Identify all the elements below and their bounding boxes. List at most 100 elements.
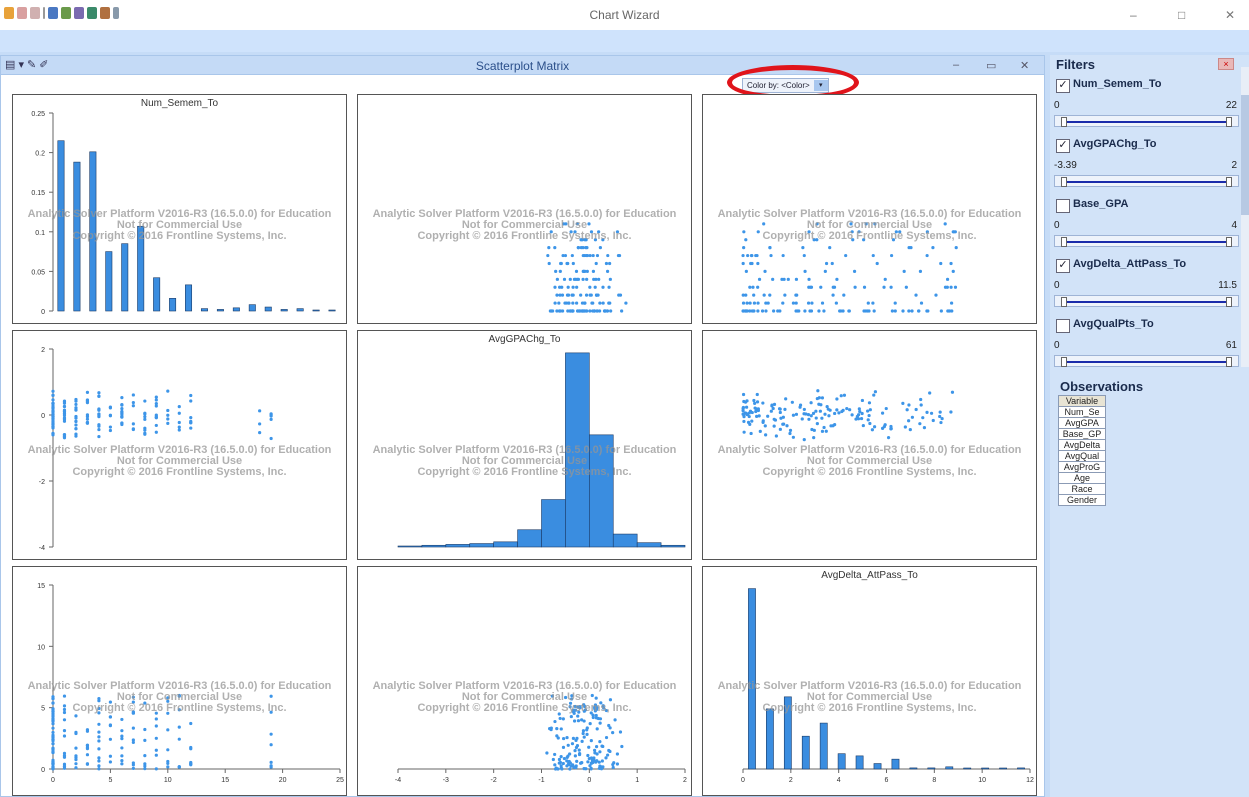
slider-rail: [1065, 241, 1228, 243]
range-slider[interactable]: [1054, 115, 1239, 127]
slider-rail: [1065, 301, 1228, 303]
range-slider[interactable]: [1054, 355, 1239, 367]
scatter-point: [571, 708, 575, 712]
scatter-point: [576, 246, 580, 250]
scatter-point: [604, 735, 609, 740]
slider-max-handle[interactable]: [1226, 237, 1232, 247]
scatter-point: [571, 285, 575, 289]
scatter-point: [62, 413, 67, 418]
filters-close-button[interactable]: ×: [1218, 58, 1234, 70]
document-restore-button[interactable]: ▭: [986, 59, 996, 72]
scatter-point: [582, 735, 586, 739]
scatter-point: [177, 694, 181, 698]
scatter-point: [608, 301, 612, 305]
scatter-point: [808, 285, 813, 289]
maximize-button[interactable]: □: [1178, 8, 1185, 22]
scatter-point: [891, 238, 896, 242]
histogram-bar: [873, 763, 882, 770]
filter-checkbox[interactable]: ✓: [1056, 79, 1070, 93]
scatter-cell[interactable]: Analytic Solver Platform V2016-R3 (16.5.…: [702, 94, 1037, 324]
filter-checkbox[interactable]: ✓: [1056, 259, 1070, 273]
scatter-point: [744, 269, 748, 273]
slider-min-handle[interactable]: [1061, 117, 1067, 127]
minimize-button[interactable]: –: [1130, 8, 1137, 22]
observation-variable[interactable]: Age: [1058, 473, 1106, 484]
slider-max-handle[interactable]: [1226, 177, 1232, 187]
scatter-point: [744, 293, 748, 297]
scatter-point: [832, 285, 837, 289]
range-slider[interactable]: [1054, 175, 1239, 187]
scatter-point: [143, 428, 147, 432]
scatter-point: [904, 285, 908, 289]
scatter-cell[interactable]: -4 -2 0 2 Analytic Solver Platform V2016-R3 …: [12, 330, 347, 560]
scrollbar-thumb[interactable]: [1241, 95, 1249, 215]
observation-variable[interactable]: Race: [1058, 484, 1106, 495]
observation-variable[interactable]: AvgProG: [1058, 462, 1106, 473]
scatter-point: [562, 736, 566, 741]
observation-variable[interactable]: Gender: [1058, 495, 1106, 506]
filter-checkbox[interactable]: [1056, 199, 1070, 213]
scatter-point: [154, 395, 158, 399]
slider-min-handle[interactable]: [1061, 177, 1067, 187]
scatter-point: [889, 427, 893, 431]
observation-variable[interactable]: Num_Se: [1058, 407, 1106, 418]
range-slider[interactable]: [1054, 235, 1239, 247]
scatter-point: [795, 293, 799, 297]
scatter-cell[interactable]: Analytic Solver Platform V2016-R3 (16.5.…: [357, 94, 692, 324]
scatter-point: [595, 293, 599, 297]
slider-max-handle[interactable]: [1226, 117, 1232, 127]
scatter-point: [108, 715, 112, 719]
scatter-point: [551, 757, 555, 762]
scatter-point: [750, 410, 754, 415]
observation-variable[interactable]: AvgGPA: [1058, 418, 1106, 429]
scatter-point: [120, 759, 124, 763]
observation-variable[interactable]: AvgDelta: [1058, 440, 1106, 451]
scatter-point: [588, 721, 592, 726]
slider-max-handle[interactable]: [1226, 357, 1232, 367]
histogram-bar: [909, 767, 918, 770]
filter-max-value: 4: [1231, 220, 1237, 231]
scatter-point: [606, 253, 610, 258]
scatter-point: [74, 416, 78, 420]
scatter-point: [583, 238, 587, 242]
scatter-point: [590, 758, 595, 763]
histogram-cell[interactable]: AvgGPAChg_To Analytic Solver Platform V20…: [357, 330, 692, 560]
scatter-point: [570, 697, 574, 701]
scatter-point: [555, 734, 559, 738]
observation-variable[interactable]: Base_GP: [1058, 429, 1106, 440]
observation-variable[interactable]: AvgQual: [1058, 451, 1106, 462]
scatter-point: [561, 717, 565, 721]
scatter-point: [801, 246, 805, 250]
scatter-point: [807, 417, 811, 421]
scatter-cell[interactable]: Analytic Solver Platform V2016-R3 (16.5.…: [702, 330, 1037, 560]
scatter-point: [754, 407, 759, 411]
slider-min-handle[interactable]: [1061, 237, 1067, 247]
filter-checkbox[interactable]: ✓: [1056, 139, 1070, 153]
document-minimize-button[interactable]: –: [953, 59, 959, 71]
x-tick-label: -4: [395, 777, 401, 784]
slider-min-handle[interactable]: [1061, 297, 1067, 307]
scatter-point: [822, 425, 826, 430]
scatter-point: [624, 301, 628, 305]
close-button[interactable]: ✕: [1225, 8, 1235, 22]
range-slider[interactable]: [1054, 295, 1239, 307]
scatter-point: [579, 246, 583, 250]
variable-header[interactable]: Variable: [1058, 395, 1106, 407]
filters-scrollbar[interactable]: [1241, 67, 1249, 367]
scatter-point: [85, 421, 90, 425]
filter-name: AvgDelta_AttPass_To: [1073, 258, 1187, 270]
scatter-cell[interactable]: 0 5 10 15 0 5 10 15 20 25 Analytic Solver Platform…: [12, 566, 347, 796]
filter-checkbox[interactable]: [1056, 319, 1070, 333]
histogram-cell[interactable]: 0 2 4 6 8 10 12 AvgDelta_AttPass_To Analytic Sol…: [702, 566, 1037, 796]
slider-max-handle[interactable]: [1226, 297, 1232, 307]
scatter-point: [593, 748, 597, 752]
scatter-point: [595, 727, 599, 731]
filters-title: Filters: [1056, 57, 1096, 72]
scatter-cell[interactable]: -4 -3 -2 -1 0 1 2 Analytic Solver Platform V201…: [357, 566, 692, 796]
slider-min-handle[interactable]: [1061, 357, 1067, 367]
histogram-cell[interactable]: 0 0.05 0.1 0.15 0.2 0.25 Num_Semem_To Analytic …: [12, 94, 347, 324]
scatter-point: [120, 717, 124, 722]
document-close-button[interactable]: ✕: [1020, 59, 1029, 72]
scatter-point: [741, 253, 745, 258]
scatter-point: [917, 309, 921, 313]
